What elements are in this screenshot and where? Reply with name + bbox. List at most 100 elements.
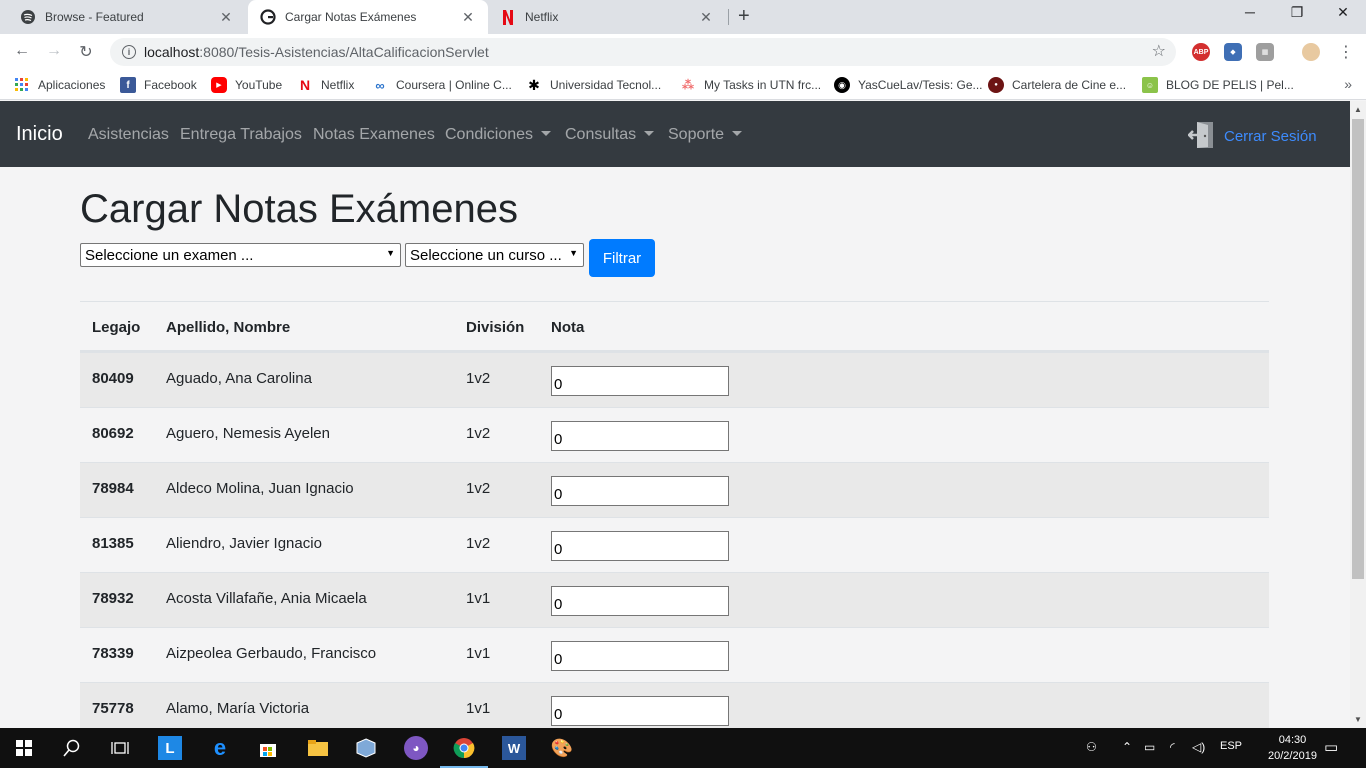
menu-dots-icon[interactable]: ⋮	[1336, 42, 1356, 62]
maximize-icon[interactable]: ❐	[1287, 4, 1307, 21]
tab-cargar-notas[interactable]: Cargar Notas Exámenes ✕	[248, 0, 488, 34]
grade-input[interactable]	[551, 641, 729, 671]
nav-link-entrega-trabajos[interactable]: Entrega Trabajos	[180, 126, 302, 144]
nav-link-asistencias[interactable]: Asistencias	[88, 126, 169, 144]
cell-legajo: 80409	[92, 370, 134, 387]
wifi-icon[interactable]: ◜	[1170, 740, 1175, 754]
close-window-icon[interactable]: ✕	[1333, 4, 1353, 21]
grade-input[interactable]	[551, 586, 729, 616]
edge-icon[interactable]: e	[208, 735, 232, 760]
bookmark-utn[interactable]: ✱ Universidad Tecnol...	[526, 77, 661, 93]
grade-input[interactable]	[551, 696, 729, 726]
extension-icon[interactable]: ▦	[1256, 43, 1274, 61]
bookmark-label: Coursera | Online C...	[396, 78, 512, 92]
chevron-up-icon[interactable]: ⌃	[1122, 740, 1132, 754]
nav-dropdown-soporte[interactable]: Soporte	[668, 126, 743, 144]
grade-input[interactable]	[551, 476, 729, 506]
bookmark-coursera[interactable]: ∞ Coursera | Online C...	[372, 77, 512, 93]
bookmark-label: YasCueLav/Tesis: Ge...	[858, 78, 983, 92]
grade-input[interactable]	[551, 421, 729, 451]
tab-title: Cargar Notas Exámenes	[285, 10, 417, 24]
close-tab-icon[interactable]: ✕	[218, 9, 234, 26]
github-desktop-icon[interactable]: ◕	[404, 736, 428, 760]
page-scrollbar[interactable]: ▲ ▼	[1350, 101, 1366, 728]
bookmark-label: Aplicaciones	[38, 78, 106, 92]
navbar-brand[interactable]: Inicio	[16, 123, 63, 146]
battery-icon[interactable]: ▭	[1144, 740, 1155, 754]
grade-input[interactable]	[551, 366, 729, 396]
table-row: 75778 Alamo, María Victoria 1v1	[80, 682, 1269, 728]
cell-division: 1v1	[466, 645, 491, 662]
bookmark-asana[interactable]: ⁂ My Tasks in UTN frc...	[680, 77, 821, 93]
netflix-icon	[500, 9, 516, 25]
bookmark-github[interactable]: ◉ YasCueLav/Tesis: Ge...	[834, 77, 983, 93]
url-host: localhost	[144, 44, 200, 60]
scroll-down-arrow-icon[interactable]: ▼	[1354, 715, 1362, 724]
forward-arrow-icon[interactable]: →	[44, 42, 64, 60]
avatar[interactable]	[1302, 43, 1320, 61]
close-tab-icon[interactable]: ✕	[460, 9, 476, 26]
bookmark-netflix[interactable]: N Netflix	[297, 77, 354, 93]
paint-icon[interactable]: 🎨	[550, 736, 574, 760]
file-explorer-icon[interactable]	[306, 736, 330, 760]
minimize-icon[interactable]: ─	[1240, 4, 1260, 20]
nav-dropdown-condiciones[interactable]: Condiciones	[445, 126, 552, 144]
bookmark-label: YouTube	[235, 78, 283, 92]
bookmark-aplicaciones[interactable]: Aplicaciones	[14, 77, 105, 93]
volume-icon[interactable]: ◁)	[1192, 740, 1205, 754]
back-arrow-icon[interactable]: ←	[12, 42, 32, 60]
store-icon[interactable]	[256, 736, 280, 760]
grade-input[interactable]	[551, 531, 729, 561]
nav-dropdown-consultas[interactable]: Consultas	[565, 126, 655, 144]
word-icon[interactable]: W	[502, 736, 526, 760]
close-tab-icon[interactable]: ✕	[698, 9, 714, 26]
bookmark-star-icon[interactable]: ☆	[1152, 41, 1166, 61]
table-header: Legajo Apellido, Nombre División Nota	[80, 302, 1269, 352]
logout-door-icon	[1187, 120, 1218, 153]
blog-icon: ☺	[1142, 77, 1158, 93]
adblock-icon[interactable]: ABP	[1192, 43, 1210, 61]
virtualbox-icon[interactable]	[354, 736, 378, 760]
cell-nombre: Aliendro, Javier Ignacio	[166, 535, 322, 552]
cube-extension-icon[interactable]: ◆	[1224, 43, 1242, 61]
people-icon[interactable]: ⚇	[1086, 740, 1097, 754]
language-indicator[interactable]: ESP	[1220, 740, 1242, 752]
launcher-l-icon[interactable]: L	[158, 736, 182, 760]
cell-legajo: 78339	[92, 645, 134, 662]
filter-button[interactable]: Filtrar	[589, 239, 655, 277]
tab-netflix[interactable]: Netflix ✕	[488, 0, 726, 34]
header-nombre: Apellido, Nombre	[166, 319, 291, 336]
new-tab-icon[interactable]: +	[738, 5, 750, 28]
exam-select[interactable]: Seleccione un examen ... ▼	[80, 243, 401, 267]
search-icon[interactable]	[60, 736, 84, 760]
logout-link[interactable]: Cerrar Sesión	[1187, 120, 1317, 153]
tab-browse-featured[interactable]: Browse - Featured ✕	[8, 0, 246, 34]
bookmark-label: Universidad Tecnol...	[550, 78, 662, 92]
notifications-icon[interactable]: ▭	[1324, 738, 1338, 756]
nav-link-notas-examenes[interactable]: Notas Examenes	[313, 126, 435, 144]
windows-start-icon[interactable]	[12, 736, 36, 760]
table-row: 78339 Aizpeolea Gerbaudo, Francisco 1v1	[80, 627, 1269, 682]
reload-icon[interactable]: ↻	[76, 42, 96, 62]
address-bar[interactable]: i localhost:8080/Tesis-Asistencias/AltaC…	[110, 38, 1176, 66]
tab-separator	[728, 9, 729, 25]
scroll-up-arrow-icon[interactable]: ▲	[1354, 105, 1362, 114]
tab-title: Netflix	[525, 10, 559, 24]
chrome-icon[interactable]	[440, 736, 488, 768]
dropdown-arrow-icon: ▼	[569, 248, 578, 258]
bookmark-youtube[interactable]: ▶ YouTube	[211, 77, 282, 93]
page-icon	[260, 9, 276, 25]
bookmark-blog[interactable]: ☺ BLOG DE PELIS | Pel...	[1142, 77, 1294, 93]
clock[interactable]: 04:30 20/2/2019	[1268, 732, 1317, 764]
info-icon[interactable]: i	[122, 45, 136, 59]
cell-division: 1v2	[466, 425, 491, 442]
task-view-icon[interactable]	[108, 736, 132, 760]
course-select[interactable]: Seleccione un curso ... ▼	[405, 243, 584, 267]
bookmark-facebook[interactable]: f Facebook	[120, 77, 197, 93]
chevron-right-icon[interactable]: »	[1344, 76, 1352, 92]
bookmark-cartelera[interactable]: ● Cartelera de Cine e...	[988, 77, 1126, 93]
cell-legajo: 75778	[92, 700, 134, 717]
scrollbar-thumb[interactable]	[1352, 119, 1364, 579]
header-legajo: Legajo	[92, 319, 141, 336]
cell-nombre: Aguero, Nemesis Ayelen	[166, 425, 330, 442]
